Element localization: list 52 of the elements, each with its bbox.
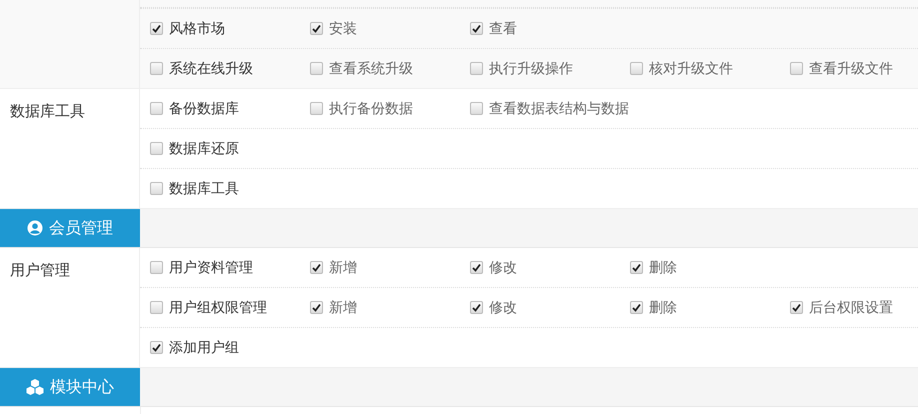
checkbox[interactable] — [630, 301, 643, 314]
checkbox[interactable] — [150, 301, 163, 314]
checkbox-label: 查看数据表结构与数据 — [489, 100, 629, 118]
checkbox[interactable] — [630, 62, 643, 75]
checkbox-label: 系统在线升级 — [169, 60, 253, 78]
checkbox[interactable] — [150, 142, 163, 155]
group-label: 用户管理 — [10, 262, 70, 279]
checkbox-label: 用户组权限管理 — [169, 298, 267, 316]
checkbox[interactable] — [310, 102, 323, 115]
group-label: 数据库工具 — [10, 103, 85, 120]
checkbox[interactable] — [150, 182, 163, 195]
checkbox-label: 添加用户组 — [169, 338, 239, 356]
checkbox-label: 删除 — [649, 298, 677, 316]
section-title: 会员管理 — [49, 218, 113, 238]
checkbox-label: 修改 — [489, 298, 517, 316]
checkbox[interactable] — [470, 261, 483, 274]
checkbox-label: 风格市场 — [169, 20, 225, 38]
checkbox-label: 安装 — [329, 20, 357, 38]
checkbox[interactable] — [150, 102, 163, 115]
checkbox-label: 数据库工具 — [169, 180, 239, 198]
checkbox-label: 新增 — [329, 258, 357, 276]
checkbox[interactable] — [310, 301, 323, 314]
checkbox[interactable] — [150, 62, 163, 75]
checkbox[interactable] — [310, 22, 323, 35]
checkbox-label: 修改 — [489, 258, 517, 276]
checkbox[interactable] — [630, 261, 643, 274]
cubes-icon — [26, 379, 44, 395]
checkbox-label: 查看 — [489, 20, 517, 38]
section-title: 模块中心 — [50, 378, 114, 398]
checkbox[interactable] — [310, 62, 323, 75]
checkbox[interactable] — [150, 22, 163, 35]
checkbox-label: 查看系统升级 — [329, 60, 413, 78]
checkbox-label: 新增 — [329, 298, 357, 316]
checkbox[interactable] — [150, 261, 163, 274]
checkbox[interactable] — [470, 102, 483, 115]
checkbox-label: 执行备份数据 — [329, 100, 413, 118]
user-icon — [27, 220, 43, 236]
checkbox-label: 查看升级文件 — [809, 60, 893, 78]
checkbox-label: 后台权限设置 — [809, 298, 893, 316]
checkbox[interactable] — [470, 22, 483, 35]
checkbox-label: 执行升级操作 — [489, 60, 573, 78]
checkbox[interactable] — [310, 261, 323, 274]
checkbox[interactable] — [470, 301, 483, 314]
checkbox-label: 用户资料管理 — [169, 258, 253, 276]
checkbox[interactable] — [790, 62, 803, 75]
checkbox[interactable] — [470, 62, 483, 75]
checkbox-label: 备份数据库 — [169, 100, 239, 118]
checkbox-label: 核对升级文件 — [649, 60, 733, 78]
checkbox[interactable] — [150, 341, 163, 354]
checkbox[interactable] — [790, 301, 803, 314]
checkbox-label: 数据库还原 — [169, 140, 239, 158]
checkbox-label: 删除 — [649, 258, 677, 276]
